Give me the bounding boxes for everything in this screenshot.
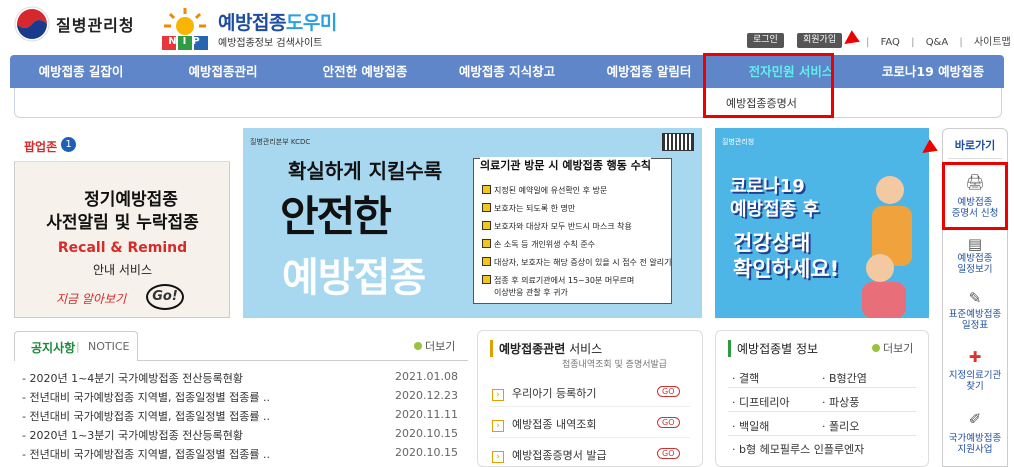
services-subtitle: 접종내역조회 및 증명서발급 xyxy=(562,360,668,370)
notice-row[interactable]: - 전년대비 국가예방접종 지역별, 접종일정별 접종률 .. 2020.12.2… xyxy=(22,389,460,405)
check-icon xyxy=(482,221,491,230)
vaccine-tuberculosis[interactable]: · 결핵 xyxy=(732,370,759,386)
vaccine-tetanus[interactable]: · 파상풍 xyxy=(822,394,859,410)
org-name[interactable]: 질병관리청 xyxy=(56,12,135,36)
popup-line5: 지금 알아보기 xyxy=(56,292,127,306)
highlight-box-quick xyxy=(942,162,1008,230)
nav-item-notice[interactable]: 예방접종 알림터 xyxy=(578,55,720,88)
site-title[interactable]: 예방접종도우미 xyxy=(218,8,337,35)
faq-link[interactable]: FAQ xyxy=(881,37,900,48)
service-history-lookup[interactable]: › 예방접종 내역조회 GO xyxy=(492,416,692,432)
vaccine-more-link[interactable]: 더보기 xyxy=(872,340,913,356)
quick-item-standard-schedule[interactable]: 표준예방접종 일정표 xyxy=(942,309,1008,331)
banner-line3: 예방접종 xyxy=(282,255,426,301)
popup-line3: Recall & Remind xyxy=(57,240,188,256)
document-icon: ✐ xyxy=(968,410,982,428)
nip-logo-text: NIP xyxy=(168,36,206,47)
quick-item-clinic-finder[interactable]: 지정의료기관 찾기 xyxy=(942,370,1008,392)
check-icon xyxy=(482,203,491,212)
banner-rule-item: 손 소독 등 개인위생 수칙 준수 xyxy=(482,239,595,250)
chevron-right-icon: › xyxy=(492,420,504,432)
qna-link[interactable]: Q&A xyxy=(926,37,949,48)
chevron-right-icon: › xyxy=(492,451,504,463)
banner-rule-item: 접종 후 의료기관에서 15~30분 머무르며 xyxy=(482,275,634,286)
go-button[interactable]: GO xyxy=(657,386,680,397)
banner-line1: 확실하게 지킬수록 xyxy=(288,159,443,183)
check-icon xyxy=(482,257,491,266)
login-button[interactable]: 로그인 xyxy=(747,33,784,48)
join-button[interactable]: 회원가입 xyxy=(797,33,843,48)
site-subtitle: 예방접종정보 검색사이트 xyxy=(218,38,323,49)
covid-line2: 예방접종 후 xyxy=(730,199,820,220)
vaccine-info-title: 예방접종별 정보 xyxy=(728,340,818,357)
check-icon xyxy=(482,185,491,194)
syringe-icon: ✎ xyxy=(968,289,982,307)
popup-go-badge: Go! xyxy=(146,284,184,310)
notice-divider xyxy=(138,360,468,361)
vaccine-hepatitis-b[interactable]: · B형간염 xyxy=(822,370,867,386)
main-nav: 예방접종 길잡이 예방접종관리 안전한 예방접종 예방접종 지식창고 예방접종 … xyxy=(10,55,1004,88)
hospital-icon: ✚ xyxy=(968,348,982,366)
go-button[interactable]: GO xyxy=(657,448,680,459)
popup-line1: 정기예방접종 xyxy=(84,190,178,210)
notice-row[interactable]: - 2020년 1~4분기 국가예방접종 전산등록현황 2021.01.08 xyxy=(22,370,460,386)
banner-rule-item: 대상자, 보호자는 해당 증상이 있을 시 접수 전 알리기 xyxy=(482,257,671,268)
site-title-b: 도우미 xyxy=(285,12,337,34)
highlight-arrow-icon xyxy=(840,30,860,50)
top-links: | FAQ | Q&A | 사이트맵 xyxy=(866,37,1011,48)
vaccine-hib[interactable]: · b형 헤모필루스 인플루엔자 xyxy=(732,441,864,457)
page: 질병관리청 NIP 예방접종도우미 예방접종정보 검색사이트 로그인 회원가입 … xyxy=(0,0,1014,467)
banner-rule-item: 지정된 예약일에 유선확인 후 방문 xyxy=(482,185,607,196)
nav-item-safe[interactable]: 안전한 예방접종 xyxy=(294,55,436,88)
service-register-baby[interactable]: › 우리아기 등록하기 GO xyxy=(492,385,692,401)
service-certificate-issue[interactable]: › 예방접종증명서 발급 GO xyxy=(492,447,692,463)
vaccine-diphtheria[interactable]: · 디프테리아 xyxy=(732,394,790,410)
nav-item-guide[interactable]: 예방접종 길잡이 xyxy=(10,55,152,88)
vaccine-polio[interactable]: · 폴리오 xyxy=(822,418,859,434)
sub-nav-bar xyxy=(14,88,1002,118)
chevron-right-icon: › xyxy=(492,389,504,401)
go-button[interactable]: GO xyxy=(657,417,680,428)
nav-item-covid19[interactable]: 코로나19 예방접종 xyxy=(862,55,1004,88)
banner-rules-title: 의료기관 방문 시 예방접종 행동 수칙 xyxy=(480,157,651,173)
site-title-a: 예방접종 xyxy=(218,12,286,34)
notice-row[interactable]: - 전년대비 국가예방접종 지역별, 접종일정별 접종률 .. 2020.11.1… xyxy=(22,408,460,424)
vaccine-pertussis[interactable]: · 백일해 xyxy=(732,418,769,434)
banner-rule-item: 보호자는 되도록 한 명만 xyxy=(482,203,575,214)
more-icon xyxy=(414,342,422,350)
banner-logo: 질병관리본부 KCDC xyxy=(250,138,311,146)
notice-row[interactable]: - 2020년 1~3분기 국가예방접종 전산등록현황 2020.10.15 xyxy=(22,427,460,443)
kdca-emblem-icon[interactable] xyxy=(14,6,50,42)
calendar-icon: ▤ xyxy=(967,235,983,253)
qr-code-icon xyxy=(662,133,694,151)
quick-menu-title: 바로가기 xyxy=(954,139,996,152)
quick-divider xyxy=(948,158,1002,159)
nav-item-management[interactable]: 예방접종관리 xyxy=(152,55,294,88)
notice-row[interactable]: - 전년대비 국가예방접종 지역별, 접종일정별 접종률 .. 2020.10.1… xyxy=(22,446,460,462)
sitemap-link[interactable]: 사이트맵 xyxy=(974,37,1011,48)
covid-illustration-icon xyxy=(862,176,912,318)
highlight-box-nav xyxy=(703,53,834,118)
banner-line2: 안전한 xyxy=(280,192,392,241)
check-icon xyxy=(482,239,491,248)
services-title: 예방접종관련 서비스 xyxy=(490,340,602,357)
nav-item-knowledge[interactable]: 예방접종 지식창고 xyxy=(436,55,578,88)
more-icon xyxy=(872,344,880,352)
quick-item-schedule[interactable]: 예방접종 일정보기 xyxy=(942,253,1008,275)
popup-title: 팝업존 xyxy=(24,140,58,154)
quick-item-support[interactable]: 국가예방접종 지원사업 xyxy=(942,433,1008,455)
notice-more-link[interactable]: 더보기 xyxy=(414,338,455,354)
banner-rule-item: 보호자와 대상자 모두 반드시 마스크 착용 xyxy=(482,221,632,232)
notice-title: 공지사항 xyxy=(31,341,76,355)
popup-line2: 사전알림 및 누락접종 xyxy=(46,213,199,233)
popup-line4: 안내 서비스 xyxy=(92,263,152,277)
check-icon xyxy=(482,275,491,284)
covid-line4: 확인하세요! xyxy=(733,257,840,281)
covid-banner-logo: 질병관리청 xyxy=(722,138,755,146)
popup-page-number[interactable]: 1 xyxy=(61,137,76,152)
notice-title-en: NOTICE xyxy=(88,340,130,353)
banner-rule-item-cont: 이상반응 관찰 후 귀가 xyxy=(494,288,568,297)
